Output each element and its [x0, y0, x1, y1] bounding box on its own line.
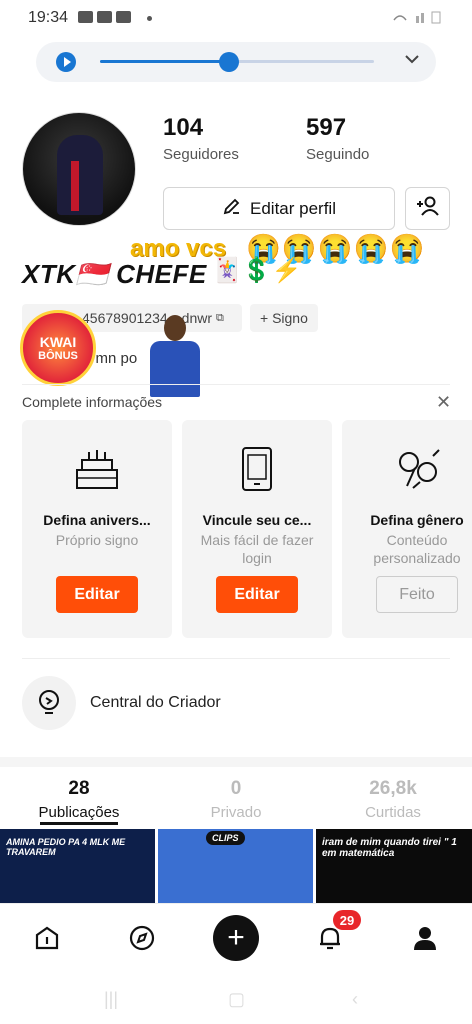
card-title: Defina gênero: [370, 512, 464, 528]
link-phone-button[interactable]: Editar: [216, 576, 298, 613]
phone-icon: [239, 446, 275, 497]
close-icon[interactable]: ✕: [436, 392, 451, 413]
card-title: Vincule seu ce...: [202, 512, 312, 528]
profile-username: XTK🇸🇬 CHEFE: [22, 259, 207, 289]
kwai-bonus-button[interactable]: KWAI BÔNUS: [20, 310, 96, 386]
tab-count: 26,8k: [369, 778, 417, 799]
following-count: 597: [306, 114, 347, 141]
gender-card[interactable]: Defina gênero Conteúdo personalizado Fei…: [342, 420, 472, 638]
profile-icon[interactable]: [407, 920, 443, 956]
kwai-bonus-line2: BÔNUS: [38, 350, 78, 362]
followers-label: Seguidores: [163, 146, 239, 163]
following-stat[interactable]: 597 Seguindo: [306, 114, 369, 163]
phone-card[interactable]: Vincule seu ce... Mais fácil de fazer lo…: [182, 420, 332, 638]
thumbnail-caption: AMINA PEDIO PA 4 MLK ME TRAVAREM: [6, 837, 126, 857]
audio-progress-knob[interactable]: [218, 52, 239, 72]
username-badges: 🃏💲⚡: [212, 257, 302, 284]
recent-apps-icon[interactable]: |||: [104, 989, 118, 1010]
edit-profile-label: Editar perfil: [250, 198, 336, 218]
audio-progress-track[interactable]: [100, 52, 374, 72]
system-navigation: ||| ▢ ‹: [0, 971, 472, 1024]
active-tab-indicator: [40, 822, 118, 825]
followers-stat[interactable]: 104 Seguidores: [163, 114, 239, 163]
more-notifications-dot: [147, 16, 152, 21]
discover-icon[interactable]: [124, 920, 160, 956]
following-label: Seguindo: [306, 146, 370, 163]
card-subtitle: Próprio signo: [55, 532, 139, 548]
video-thumbnail[interactable]: AMINA PEDIO PA 4 MLK ME TRAVAREM: [0, 829, 155, 903]
tab-publications[interactable]: 28 Publicações: [4, 778, 154, 821]
thumbnail-caption: iram de mim quando tirei " 1 em matemáti…: [322, 837, 457, 859]
avatar[interactable]: [22, 112, 136, 226]
home-button-icon[interactable]: ▢: [228, 989, 245, 1010]
thumbnail-caption: CLIPS: [206, 831, 245, 845]
tab-label: Curtidas: [365, 804, 421, 821]
complete-info-title: Complete informações: [22, 394, 163, 410]
bottom-navigation: + 29: [0, 903, 472, 971]
sign-chip[interactable]: + Signo: [250, 304, 318, 332]
edit-birthday-button[interactable]: Editar: [56, 576, 138, 613]
tab-likes[interactable]: 26,8k Curtidas: [318, 778, 468, 821]
video-thumbnail[interactable]: CLIPS: [158, 829, 313, 903]
followers-count: 104: [163, 114, 204, 141]
status-time: 19:34: [28, 9, 69, 26]
tab-count: 0: [230, 778, 242, 799]
sign-label: + Signo: [260, 310, 308, 326]
card-title: Defina anivers...: [43, 512, 151, 528]
kwai-bonus-line1: KWAI: [39, 334, 77, 350]
card-subtitle: Mais fácil de fazer login: [200, 532, 314, 566]
gender-icon: [393, 446, 441, 497]
notification-badge: 29: [333, 910, 361, 930]
tab-count: 28: [68, 778, 90, 799]
add-user-icon: [416, 195, 440, 222]
chevron-down-icon[interactable]: [404, 52, 420, 70]
play-icon[interactable]: [56, 52, 76, 72]
add-friend-button[interactable]: [405, 187, 450, 230]
cake-icon: [73, 446, 121, 497]
edit-profile-button[interactable]: Editar perfil: [163, 187, 395, 230]
tab-label: Privado: [210, 804, 262, 821]
notification-icons: [78, 11, 131, 23]
divider: [22, 384, 450, 385]
pencil-icon: [222, 196, 242, 221]
audio-player[interactable]: [36, 42, 436, 82]
avatar-stripe: [71, 161, 79, 211]
birthday-card[interactable]: Defina anivers... Próprio signo Editar: [22, 420, 172, 638]
status-bar: 19:34: [0, 0, 472, 36]
avatar-figure: [57, 135, 103, 215]
creator-center-row[interactable]: Central do Criador: [22, 676, 452, 732]
card-subtitle: Conteúdo personalizado: [373, 532, 461, 566]
back-icon[interactable]: ‹: [352, 989, 358, 1010]
gender-done-button[interactable]: Feito: [376, 576, 458, 613]
tab-private[interactable]: 0 Privado: [161, 778, 311, 821]
divider: [22, 658, 450, 659]
copy-icon[interactable]: ⧉: [216, 312, 224, 325]
creator-center-label: Central do Criador: [90, 694, 221, 711]
section-separator: [0, 757, 472, 767]
lightbulb-icon: [22, 676, 76, 730]
video-thumbnail[interactable]: iram de mim quando tirei " 1 em matemáti…: [316, 829, 472, 903]
audio-progress-fill: [100, 60, 229, 63]
tab-label: Publicações: [38, 804, 120, 821]
signal-icons: [392, 10, 452, 27]
home-icon[interactable]: [29, 920, 65, 956]
create-post-button[interactable]: +: [213, 915, 259, 961]
